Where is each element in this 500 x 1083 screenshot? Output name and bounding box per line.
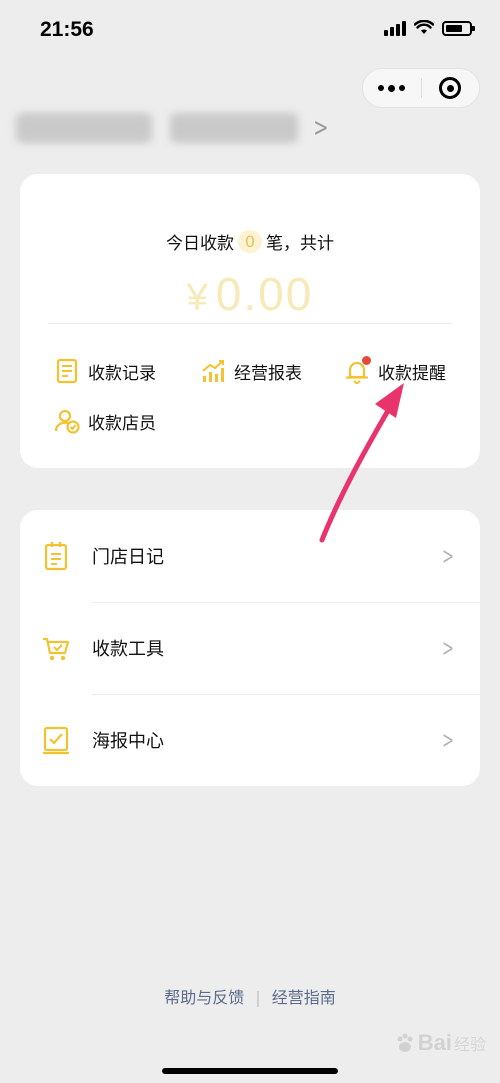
receipt-records-button[interactable]: 收款记录	[54, 358, 156, 384]
bell-icon	[344, 356, 371, 384]
receipt-icon	[56, 358, 78, 384]
cashier-staff-button[interactable]: 收款店员	[54, 408, 156, 434]
cart-tool-icon	[43, 637, 70, 661]
status-bar: 21:56	[0, 0, 500, 64]
menu-item-label: 门店日记	[92, 547, 164, 568]
battery-icon	[442, 20, 475, 36]
chevron-right-icon: >	[313, 113, 329, 143]
today-summary-card: 今日收款 0 笔，共计 ¥0.00 收款记录 经营报表 收款提醒 收款店员	[20, 174, 480, 468]
chevron-right-icon: >	[441, 634, 454, 662]
cashier-staff-label: 收款店员	[88, 413, 156, 434]
close-miniprogram-icon[interactable]	[422, 77, 480, 99]
footer-links: 帮助与反馈 | 经营指南	[0, 984, 500, 1008]
amount-value: 0.00	[215, 268, 314, 320]
store-name-selector[interactable]: >	[16, 110, 332, 146]
status-time: 21:56	[40, 18, 94, 41]
chevron-right-icon: >	[441, 726, 454, 754]
today-prefix: 今日收款	[166, 234, 234, 254]
store-name-blurred	[16, 113, 152, 143]
reminder-badge-dot	[362, 356, 371, 365]
today-suffix: 笔，共计	[266, 234, 334, 254]
tools-menu-card: 门店日记 > 收款工具 > 海报中心 >	[20, 510, 480, 786]
footer-divider: |	[255, 988, 261, 1007]
store-id-blurred	[170, 113, 298, 143]
paw-logo-icon	[397, 1033, 413, 1052]
miniprogram-capsule	[362, 68, 480, 108]
today-count-badge: 0	[238, 230, 262, 253]
more-icon[interactable]	[363, 84, 421, 92]
diary-icon	[44, 542, 68, 571]
poster-icon	[43, 726, 69, 755]
menu-item-store-diary[interactable]: 门店日记 >	[20, 510, 480, 602]
menu-item-label: 海报中心	[92, 731, 164, 752]
cellular-signal-icon	[384, 20, 406, 36]
summary-divider	[48, 323, 452, 324]
chart-icon	[202, 360, 224, 382]
menu-item-poster-center[interactable]: 海报中心 >	[20, 694, 480, 786]
receipt-reminder-button[interactable]: 收款提醒	[344, 356, 446, 384]
help-feedback-link[interactable]: 帮助与反馈	[164, 988, 244, 1007]
wifi-icon	[414, 20, 434, 34]
business-guide-link[interactable]: 经营指南	[272, 988, 336, 1007]
business-report-label: 经营报表	[234, 363, 302, 384]
menu-item-label: 收款工具	[92, 639, 164, 660]
baidu-jingyan-watermark: Bai 经验	[394, 1030, 486, 1056]
currency-symbol: ¥	[186, 277, 210, 319]
watermark-sub: 经验	[453, 1035, 486, 1054]
chevron-right-icon: >	[441, 542, 454, 570]
watermark-text: Bai	[417, 1030, 452, 1055]
today-summary-line: 今日收款 0 笔，共计	[20, 229, 480, 254]
receipt-records-label: 收款记录	[88, 363, 156, 384]
business-report-button[interactable]: 经营报表	[200, 358, 302, 384]
home-indicator[interactable]	[162, 1068, 338, 1074]
today-amount: ¥0.00	[20, 267, 480, 321]
status-icons	[384, 20, 475, 36]
menu-item-payment-tools[interactable]: 收款工具 >	[20, 602, 480, 694]
staff-icon	[54, 409, 80, 434]
receipt-reminder-label: 收款提醒	[378, 363, 446, 384]
